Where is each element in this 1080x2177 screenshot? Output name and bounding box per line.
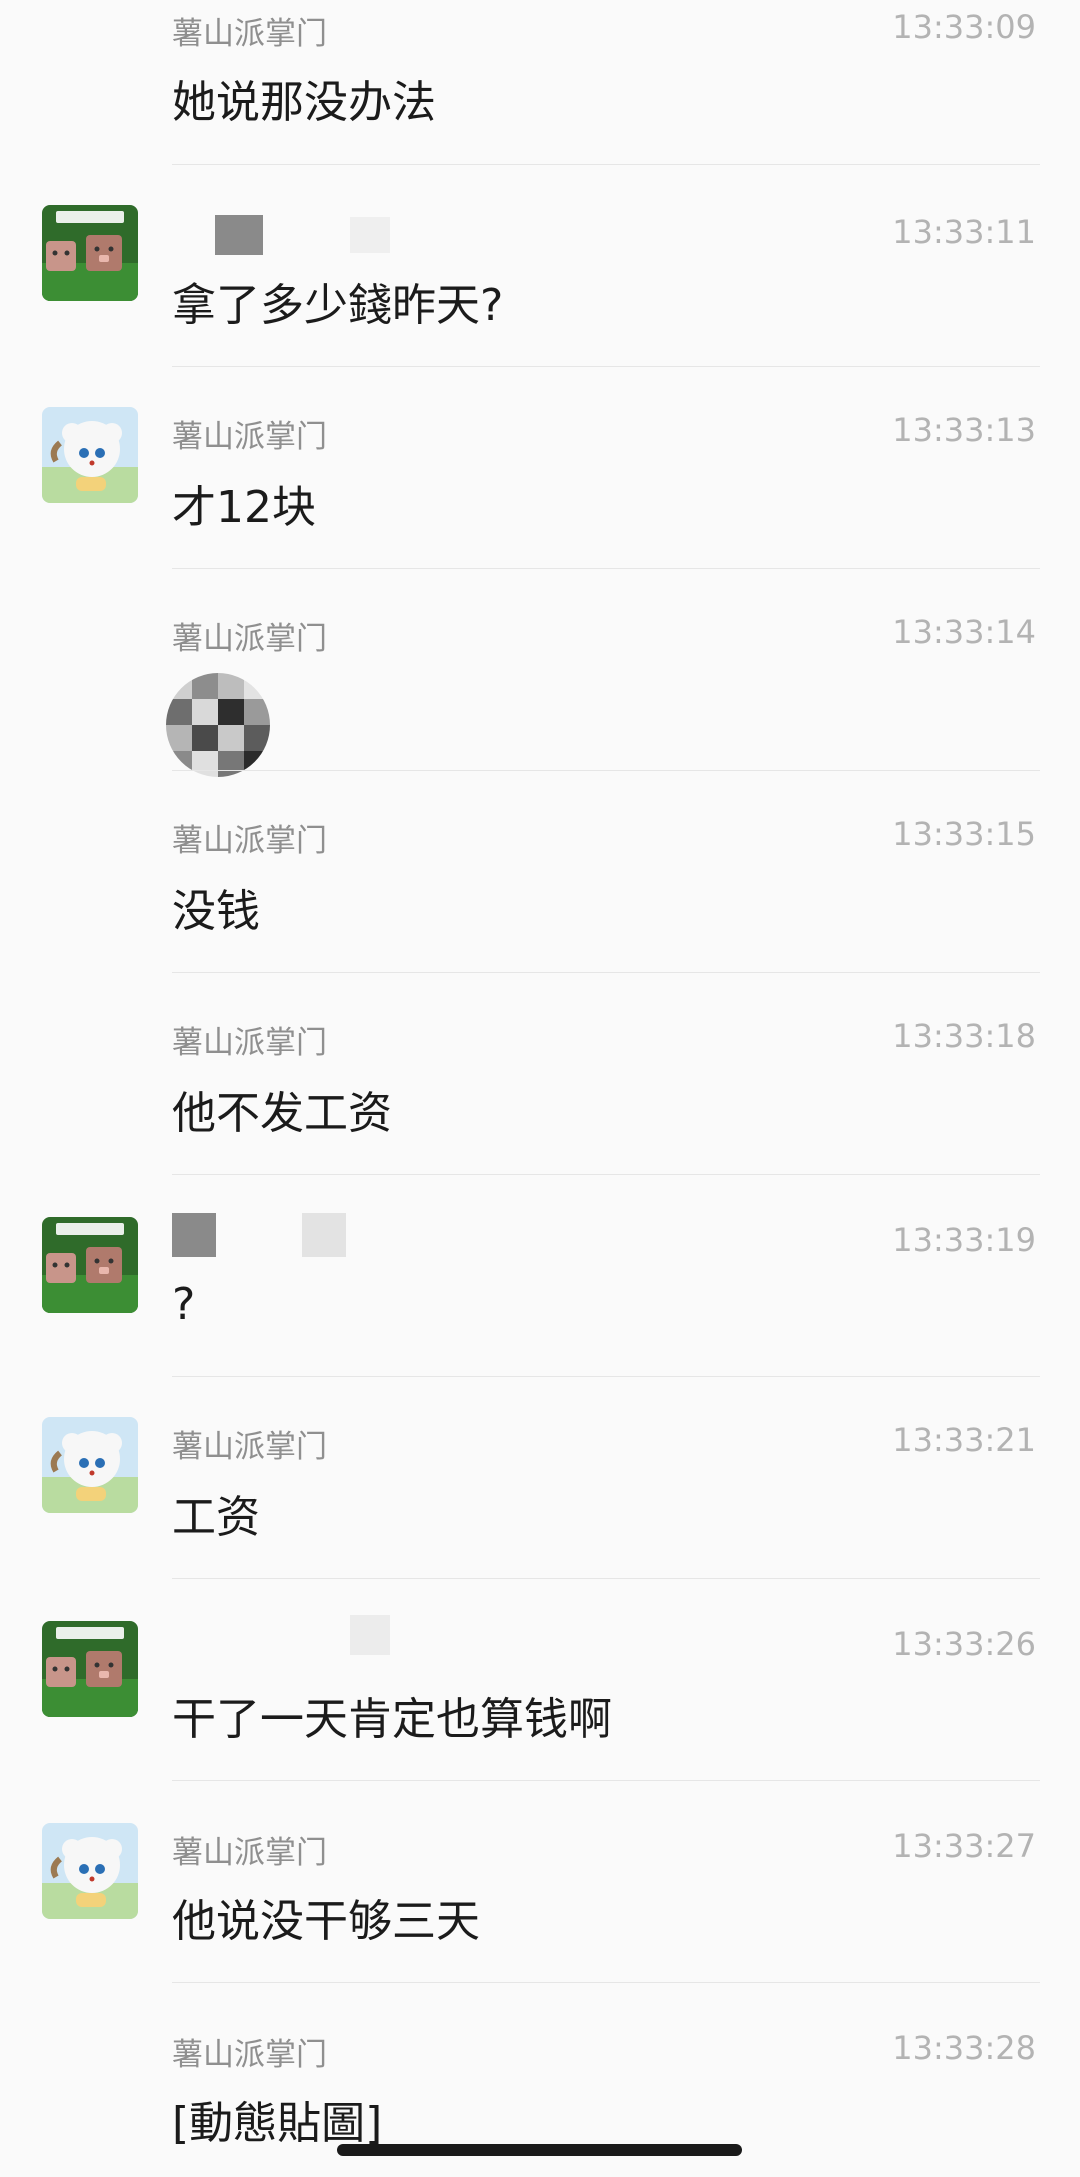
message-text: 他说没干够三天 (172, 1896, 480, 1947)
message-text: 工资 (172, 1492, 260, 1543)
message-text: 干了一天肯定也算钱啊 (172, 1694, 612, 1745)
pig-avatar[interactable] (42, 1217, 138, 1313)
redacted-name-block (302, 1213, 346, 1257)
chat-message[interactable]: 薯山派掌门 13:33:27 他说没干够三天 (0, 1781, 1080, 1983)
chat-message[interactable]: 13:33:26 干了一天肯定也算钱啊 (0, 1579, 1080, 1781)
message-text: [動態貼圖] (172, 2098, 383, 2149)
message-timestamp: 13:33:15 (892, 815, 1036, 853)
message-text: 才12块 (172, 482, 316, 533)
chat-message[interactable]: 薯山派掌门 13:33:13 才12块 (0, 367, 1080, 569)
pig-avatar[interactable] (42, 1621, 138, 1717)
chat-message[interactable]: 13:33:19 ? (0, 1175, 1080, 1377)
message-timestamp: 13:33:13 (892, 411, 1036, 449)
chat-message[interactable]: 薯山派掌门 13:33:09 她说那没办法 (0, 0, 1080, 165)
redacted-name-block (215, 215, 263, 255)
chat-message[interactable]: 13:33:11 拿了多少錢昨天? (0, 165, 1080, 367)
home-indicator-bar[interactable] (337, 2144, 742, 2156)
redacted-name-block (350, 217, 390, 253)
message-text: ? (172, 1279, 196, 1330)
message-timestamp: 13:33:19 (892, 1221, 1036, 1259)
chat-message[interactable]: 薯山派掌门 13:33:14 (0, 569, 1080, 777)
redacted-name-block (350, 1615, 390, 1655)
message-timestamp: 13:33:09 (892, 8, 1036, 46)
redacted-name-block (172, 1213, 216, 1257)
chat-message[interactable]: 薯山派掌门 13:33:18 他不发工资 (0, 973, 1080, 1175)
pig-avatar[interactable] (42, 205, 138, 301)
sender-name: 薯山派掌门 (172, 823, 327, 859)
message-text: 她说那没办法 (172, 77, 436, 128)
sender-name: 薯山派掌门 (172, 2037, 327, 2073)
sender-name: 薯山派掌门 (172, 1025, 327, 1061)
message-text: 没钱 (172, 886, 260, 937)
sender-name: 薯山派掌门 (172, 621, 327, 657)
chat-message[interactable]: 薯山派掌门 13:33:21 工资 (0, 1377, 1080, 1579)
pixelated-sticker-image[interactable] (166, 673, 270, 777)
message-timestamp: 13:33:11 (892, 213, 1036, 251)
sheep-avatar[interactable] (42, 1417, 138, 1513)
message-timestamp: 13:33:28 (892, 2029, 1036, 2067)
sender-name: 薯山派掌门 (172, 419, 327, 455)
message-timestamp: 13:33:27 (892, 1827, 1036, 1865)
message-timestamp: 13:33:21 (892, 1421, 1036, 1459)
chat-message-list[interactable]: 薯山派掌门 13:33:09 她说那没办法 13:33:11 拿了多少錢昨天? (0, 0, 1080, 2177)
message-text: 他不发工资 (172, 1088, 392, 1139)
sender-name: 薯山派掌门 (172, 1835, 327, 1871)
chat-message[interactable]: 薯山派掌门 13:33:15 没钱 (0, 771, 1080, 973)
sheep-avatar[interactable] (42, 407, 138, 503)
message-timestamp: 13:33:18 (892, 1017, 1036, 1055)
message-text: 拿了多少錢昨天? (172, 280, 504, 331)
message-timestamp: 13:33:14 (892, 613, 1036, 651)
message-timestamp: 13:33:26 (892, 1625, 1036, 1663)
sender-name: 薯山派掌门 (172, 16, 327, 52)
sheep-avatar[interactable] (42, 1823, 138, 1919)
sender-name: 薯山派掌门 (172, 1429, 327, 1465)
